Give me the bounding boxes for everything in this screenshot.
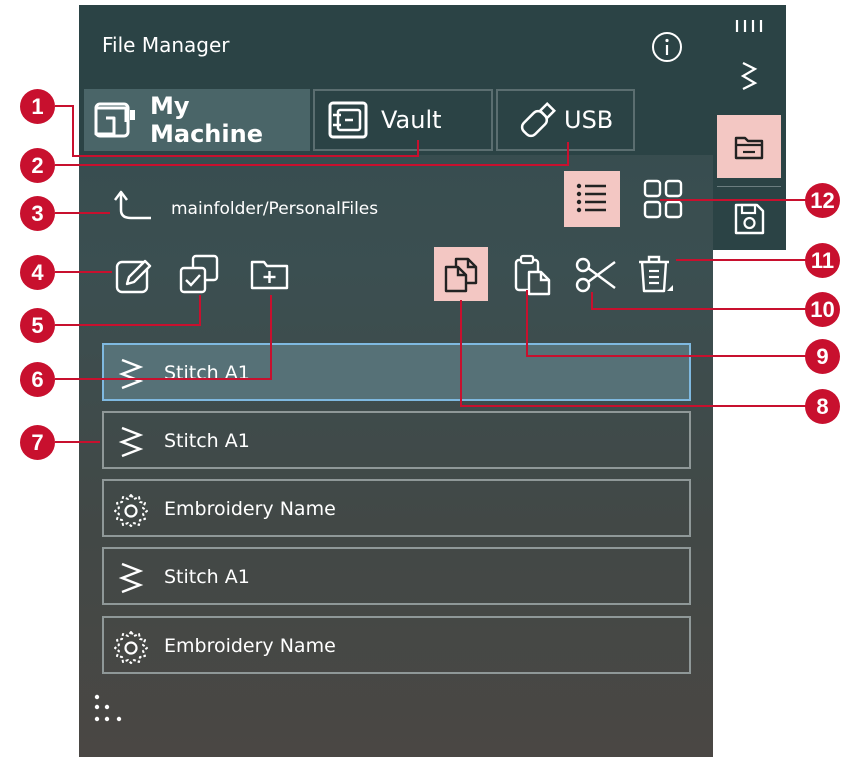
file-manager-button[interactable] [717,115,781,178]
more-options-icon[interactable] [91,691,127,727]
callout-7: 7 [20,425,55,460]
divider [717,186,781,187]
grid-view-icon [643,179,683,219]
grid-view-button[interactable] [635,171,691,227]
back-arrow-icon[interactable] [107,188,155,224]
select-multiple-button[interactable] [175,250,225,300]
vault-icon [328,101,368,139]
file-name: Embroidery Name [164,498,336,520]
window-title: File Manager [102,33,230,57]
title-bar: File Manager [79,5,713,85]
tab-label: USB [564,106,614,134]
tab-label: My Machine [150,92,263,148]
embroidery-icon [114,631,148,664]
paste-button[interactable] [509,250,559,300]
handle-icon[interactable] [734,19,764,33]
stitch-icon [118,562,144,594]
folder-icon [734,136,764,160]
callout-9: 9 [805,339,840,374]
callout-10: 10 [805,292,840,327]
stitch-icon [118,358,144,390]
paste-icon [514,254,551,296]
file-manager-panel: File Manager My Machine Vault USB mainfo… [79,5,713,757]
tab-vault[interactable]: Vault [313,89,493,151]
edit-icon [115,259,152,294]
list-item[interactable]: Embroidery Name [102,479,691,537]
embroidery-icon [114,494,148,527]
multi-select-icon [179,254,219,294]
tab-bar: My Machine Vault USB [79,85,713,155]
save-icon[interactable] [731,201,767,237]
file-name: Embroidery Name [164,635,336,657]
callout-4: 4 [20,255,55,290]
trash-icon [639,255,673,293]
copy-button[interactable] [434,247,488,301]
new-folder-button[interactable] [245,250,295,300]
info-icon[interactable] [651,31,683,63]
callout-2: 2 [20,148,55,183]
callout-3: 3 [20,196,55,231]
callout-12: 12 [805,183,840,218]
callout-11: 11 [805,243,840,278]
callout-5: 5 [20,308,55,343]
list-item[interactable]: Stitch A1 [102,411,691,469]
new-folder-icon [250,260,289,290]
scissors-icon [575,257,616,293]
list-item[interactable]: Stitch A1 [102,547,691,605]
folder-path: mainfolder/PersonalFiles [171,199,379,219]
list-item[interactable]: Stitch A1 [102,343,691,401]
list-item[interactable]: Embroidery Name [102,616,691,674]
sewing-machine-icon [94,102,135,138]
file-name: Stitch A1 [164,362,250,384]
copy-icon [444,257,478,293]
callout-8: 8 [805,389,840,424]
tab-my-machine[interactable]: My Machine [84,89,310,151]
list-view-button[interactable] [564,171,620,227]
delete-button[interactable] [631,250,681,300]
stitch-icon [118,426,144,458]
rename-button[interactable] [109,250,159,300]
stitch-icon[interactable] [733,60,765,92]
cut-button[interactable] [571,250,621,300]
file-name: Stitch A1 [164,430,250,452]
side-toolbar [713,5,786,250]
file-name: Stitch A1 [164,566,250,588]
tab-usb[interactable]: USB [496,89,635,151]
usb-drive-icon [520,101,557,138]
callout-1: 1 [20,89,55,124]
tab-label: Vault [381,106,442,134]
list-view-icon [576,183,606,213]
callout-6: 6 [20,362,55,397]
